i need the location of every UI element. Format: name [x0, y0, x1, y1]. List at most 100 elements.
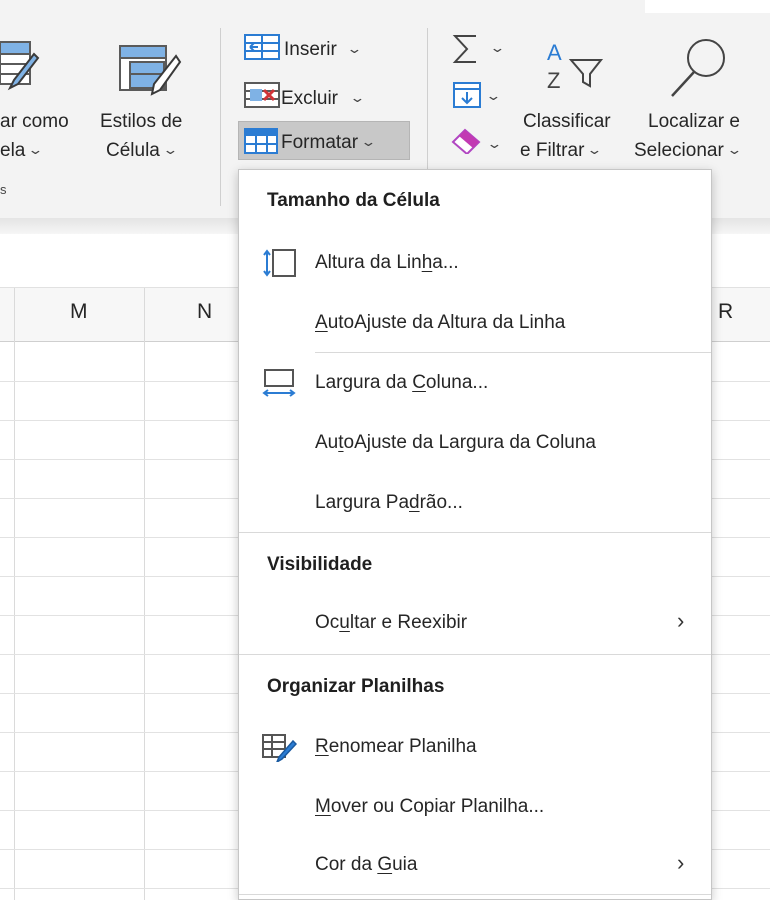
format-cells-icon — [244, 128, 278, 154]
label-part: Oc — [315, 612, 340, 633]
format-table-line2: ela — [0, 140, 26, 161]
format-dropdown-menu: Tamanho da Célula Altura da Linha... Aut… — [238, 169, 712, 900]
label-part: uia — [392, 854, 418, 875]
menu-item-move-copy-sheet[interactable]: Mover ou Copiar Planilha... — [239, 778, 711, 836]
delete-label-wrap: Excluir ⌄ — [281, 87, 366, 110]
menu-separator — [239, 894, 711, 895]
menu-separator — [239, 532, 711, 533]
label-part: Cor da — [315, 854, 378, 875]
sort-filter-icon: A Z — [547, 40, 604, 93]
sort-filter-line2-wrap: e Filtrar ⌄ — [520, 139, 604, 162]
label-part: over ou Copiar Planilha... — [330, 796, 545, 817]
rename-sheet-label: Renomear Planilha — [315, 736, 477, 758]
row-height-icon — [263, 249, 296, 277]
chevron-down-icon: ⌄ — [27, 142, 44, 157]
section-header-visibility: Visibilidade — [267, 554, 373, 575]
group-title: s — [0, 182, 7, 197]
format-label-wrap: Formatar ⌄ — [281, 131, 377, 154]
chevron-right-icon: › — [677, 850, 685, 875]
access-key: G — [377, 854, 393, 875]
access-key: A — [315, 312, 328, 333]
menu-item-column-width[interactable]: Largura da Coluna... — [239, 354, 711, 412]
cell-styles-icon — [119, 45, 182, 96]
access-key: u — [339, 612, 350, 633]
access-key: M — [315, 796, 331, 817]
insert-cells-icon — [244, 34, 280, 60]
sort-filter-line1: Classificar — [523, 111, 611, 132]
column-divider — [14, 288, 15, 900]
delete-cells-icon — [244, 82, 280, 108]
chevron-down-icon: ⌄ — [726, 142, 743, 157]
insert-label: Inserir — [284, 39, 337, 60]
cell-styles-line2: Célula — [106, 140, 160, 161]
cell-styles-line1: Estilos de — [100, 111, 183, 132]
insert-label-wrap: Inserir ⌄ — [284, 38, 363, 61]
find-select-icon — [671, 39, 725, 97]
find-select-line2-wrap: Selecionar ⌄ — [634, 139, 743, 162]
move-copy-label: Mover ou Copiar Planilha... — [315, 796, 544, 818]
menu-item-tab-color[interactable]: Cor da Guia › — [239, 836, 711, 894]
label-part: oAjuste da Largura da Coluna — [343, 432, 596, 453]
chevron-down-icon: ⌄ — [486, 136, 503, 151]
label-part: ltar e Reexibir — [349, 612, 468, 633]
format-as-table-icon — [0, 41, 40, 91]
find-select-line2: Selecionar — [634, 140, 724, 161]
label-part: Altura da Lin — [315, 252, 422, 273]
column-width-label: Largura da Coluna... — [315, 372, 488, 394]
group-separator — [220, 28, 221, 206]
autofit-column-label: AutoAjuste da Largura da Coluna — [315, 432, 596, 454]
access-key: d — [409, 492, 420, 513]
label-part: utoAjuste da Altura da Linha — [327, 312, 566, 333]
menu-item-autofit-row-height[interactable]: AutoAjuste da Altura da Linha — [239, 294, 711, 352]
access-key: h — [421, 252, 433, 273]
access-key: R — [315, 736, 329, 757]
format-table-line1: ar como — [0, 111, 69, 132]
access-key: C — [412, 372, 426, 393]
menu-item-row-height[interactable]: Altura da Linha... — [239, 234, 711, 292]
cell-styles-line2-wrap: Célula ⌄ — [106, 139, 179, 162]
autofit-row-label: AutoAjuste da Altura da Linha — [315, 312, 565, 334]
label-part: oluna... — [425, 372, 489, 393]
fill-icon — [453, 82, 481, 108]
sort-filter-line2: e Filtrar — [520, 140, 585, 161]
column-divider — [144, 288, 145, 900]
chevron-down-icon: ⌄ — [485, 88, 502, 103]
svg-text:A: A — [547, 40, 562, 65]
section-header-organize-sheets: Organizar Planilhas — [267, 676, 445, 697]
clear-icon — [451, 128, 481, 154]
column-header-r[interactable]: R — [718, 300, 733, 324]
label-part: Largura da — [315, 372, 413, 393]
label-part: rão... — [419, 492, 463, 513]
rename-sheet-icon — [262, 734, 297, 762]
ribbon-top-gap — [645, 0, 770, 13]
label-part: enomear Planilha — [328, 736, 477, 757]
menu-item-hide-unhide[interactable]: Ocultar e Reexibir › — [239, 594, 711, 652]
find-select-line1: Localizar e — [648, 111, 740, 132]
menu-separator — [239, 654, 711, 655]
label-part: Largura Pa — [315, 492, 410, 513]
row-height-label: Altura da Linha... — [315, 252, 459, 274]
label-part: a... — [432, 252, 459, 273]
format-label: Formatar — [281, 132, 359, 153]
chevron-down-icon: ⌄ — [489, 40, 506, 55]
menu-separator — [315, 352, 711, 353]
column-width-icon — [262, 369, 296, 397]
default-width-label: Largura Padrão... — [315, 492, 463, 514]
chevron-down-icon: ⌄ — [586, 142, 604, 157]
chevron-right-icon: › — [677, 608, 685, 633]
chevron-down-icon: ⌄ — [360, 134, 377, 149]
column-header-n[interactable]: N — [197, 300, 212, 324]
hide-unhide-label: Ocultar e Reexibir — [315, 612, 467, 634]
column-header-m[interactable]: M — [70, 300, 88, 324]
tab-color-label: Cor da Guia — [315, 854, 417, 876]
menu-item-autofit-column-width[interactable]: AutoAjuste da Largura da Coluna — [239, 414, 711, 472]
chevron-down-icon: ⌄ — [349, 90, 366, 105]
chevron-down-icon: ⌄ — [162, 142, 179, 157]
delete-label: Excluir — [281, 88, 339, 109]
section-header-cell-size: Tamanho da Célula — [267, 190, 440, 211]
svg-text:Z: Z — [547, 68, 560, 93]
chevron-down-icon: ⌄ — [346, 41, 363, 56]
menu-item-rename-sheet[interactable]: Renomear Planilha — [239, 718, 711, 776]
menu-item-default-width[interactable]: Largura Padrão... — [239, 474, 711, 532]
format-table-line2-wrap: ela ⌄ — [0, 139, 44, 162]
